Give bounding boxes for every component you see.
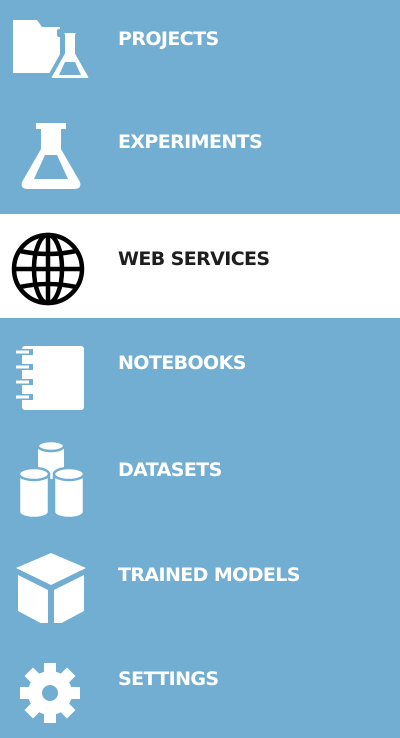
sidebar-item-web-services[interactable]: WEB SERVICES (0, 214, 400, 318)
sidebar-item-label: EXPERIMENTS (118, 131, 263, 153)
sidebar-item-settings[interactable]: SETTINGS (0, 634, 400, 738)
sidebar-item-label: WEB SERVICES (118, 248, 270, 270)
gear-icon (10, 645, 92, 727)
sidebar-item-experiments[interactable]: EXPERIMENTS (0, 97, 400, 201)
globe-icon (10, 225, 92, 307)
sidebar-item-projects[interactable]: PROJECTS (0, 0, 400, 98)
sidebar-item-label: TRAINED MODELS (118, 564, 300, 586)
sidebar-item-label: DATASETS (118, 459, 222, 481)
sidebar-item-notebooks[interactable]: NOTEBOOKS (0, 318, 400, 422)
sidebar-nav: PROJECTS EXPERIMENTS WEB SERVICES NOTEBO… (0, 0, 400, 727)
sidebar-item-datasets[interactable]: DATASETS (0, 425, 400, 529)
sidebar-item-label: SETTINGS (118, 668, 219, 690)
sidebar-item-trained-models[interactable]: TRAINED MODELS (0, 530, 400, 634)
sidebar-item-label: NOTEBOOKS (118, 352, 246, 374)
notebook-icon (10, 329, 92, 411)
database-cylinders-icon (10, 436, 92, 518)
flask-icon (10, 108, 92, 190)
cube-icon (10, 541, 92, 623)
folder-flask-icon (10, 5, 92, 87)
sidebar-item-label: PROJECTS (118, 28, 219, 50)
